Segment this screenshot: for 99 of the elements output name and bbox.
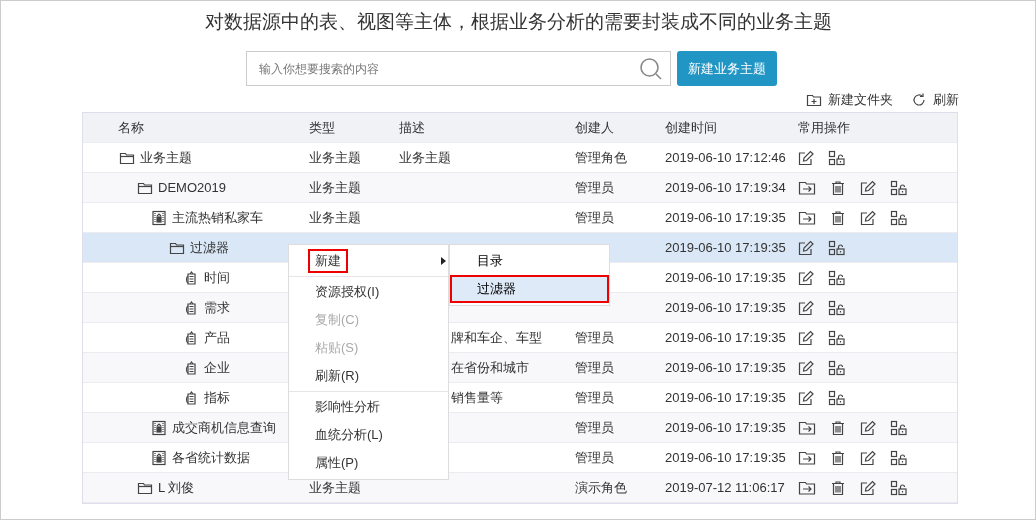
folder-arrow-icon[interactable]: [798, 449, 816, 466]
refresh-icon: [911, 92, 927, 108]
creator-text: 管理员: [575, 209, 614, 225]
created-time: 2019-06-10 17:19:35: [665, 359, 786, 375]
column-header: 类型: [309, 118, 336, 137]
database-icon: [183, 359, 199, 376]
edit-icon[interactable]: [798, 359, 814, 376]
item-name: 产品: [204, 328, 230, 347]
item-name: 成交商机信息查询: [172, 418, 276, 437]
column-header: 创建人: [575, 118, 615, 137]
menu-item[interactable]: 目录: [450, 247, 609, 275]
lock-grid-icon[interactable]: [890, 449, 908, 466]
trash-icon[interactable]: [830, 449, 846, 466]
search-icon: [638, 57, 663, 81]
creator-text: 管理员: [575, 329, 614, 345]
lock-grid-icon[interactable]: [890, 419, 908, 436]
item-name: 过滤器: [190, 238, 229, 257]
lock-grid-icon[interactable]: [828, 299, 846, 316]
creator-text: 管理角色: [575, 149, 627, 165]
database-icon: [183, 299, 199, 316]
lock-grid-icon[interactable]: [828, 269, 846, 286]
edit-icon[interactable]: [798, 269, 814, 286]
creator-text: 管理员: [575, 419, 614, 435]
table-row[interactable]: L 刘俊 业务主题 演示角色 2019-07-12 11:06:17: [83, 473, 957, 503]
description-text: 牌和车企、车型: [451, 329, 542, 345]
item-name: L 刘俊: [158, 478, 195, 497]
lock-grid-icon[interactable]: [890, 209, 908, 226]
database-icon: [183, 269, 199, 286]
edit-icon[interactable]: [798, 329, 814, 346]
folder-arrow-icon[interactable]: [798, 479, 816, 496]
created-time: 2019-06-10 17:19:35: [665, 239, 786, 255]
table-row[interactable]: DEMO2019 业务主题 管理员 2019-06-10 17:19:34: [83, 173, 957, 203]
column-header: 名称: [117, 118, 145, 137]
created-time: 2019-06-10 17:19:35: [665, 389, 786, 405]
new-folder-button[interactable]: 新建文件夹: [806, 90, 893, 110]
edit-icon[interactable]: [860, 479, 876, 496]
trash-icon[interactable]: [830, 179, 846, 196]
edit-icon[interactable]: [860, 179, 876, 196]
item-name: 各省统计数据: [172, 448, 250, 467]
trash-icon[interactable]: [830, 419, 846, 436]
creator-text: 管理员: [575, 449, 614, 465]
type-text: 业务主题: [309, 479, 361, 495]
description-text: 业务主题: [399, 149, 451, 165]
lock-grid-icon[interactable]: [890, 479, 908, 496]
creator-text: 管理员: [575, 359, 614, 375]
created-time: 2019-07-12 11:06:17: [665, 479, 785, 495]
created-time: 2019-06-10 17:19:34: [665, 179, 786, 195]
lock-grid-icon[interactable]: [828, 239, 846, 256]
creator-text: 管理员: [575, 179, 614, 195]
edit-icon[interactable]: [860, 419, 876, 436]
column-header: 常用操作: [798, 118, 851, 137]
page-heading: 对数据源中的表、视图等主体，根据业务分析的需要封装成不同的业务主题: [203, 10, 833, 34]
trash-icon[interactable]: [830, 209, 846, 226]
menu-item[interactable]: 新建: [289, 247, 448, 275]
menu-item[interactable]: 过滤器: [450, 275, 609, 303]
item-name: 企业: [204, 358, 230, 377]
column-header: 创建时间: [665, 118, 718, 137]
lock-grid-icon[interactable]: [828, 329, 846, 346]
edit-icon[interactable]: [798, 389, 814, 406]
created-time: 2019-06-10 17:12:46: [665, 149, 786, 165]
database-icon: [183, 329, 199, 346]
creator-text: 演示角色: [575, 479, 627, 495]
type-text: 业务主题: [309, 149, 361, 165]
column-header: 描述: [399, 118, 426, 137]
type-text: 业务主题: [309, 209, 361, 225]
item-name: 指标: [204, 388, 230, 407]
created-time: 2019-06-10 17:19:35: [665, 299, 786, 315]
edit-icon[interactable]: [860, 449, 876, 466]
created-time: 2019-06-10 17:19:35: [665, 419, 786, 435]
description-text: 在省份和城市: [451, 359, 529, 375]
folder-arrow-icon[interactable]: [798, 209, 816, 226]
refresh-button[interactable]: 刷新: [911, 90, 959, 110]
edit-icon[interactable]: [798, 149, 814, 166]
lock-grid-icon[interactable]: [828, 149, 846, 166]
lock-grid-icon[interactable]: [890, 179, 908, 196]
lock-grid-icon[interactable]: [828, 389, 846, 406]
created-time: 2019-06-10 17:19:35: [665, 449, 786, 465]
lock-grid-icon[interactable]: [828, 359, 846, 376]
folder-arrow-icon[interactable]: [798, 419, 816, 436]
search-field[interactable]: 输入你想要搜索的内容: [245, 51, 671, 86]
edit-icon[interactable]: [798, 239, 814, 256]
folder-plus-icon: [806, 92, 822, 108]
item-name: 主流热销私家车: [172, 208, 263, 227]
trash-icon[interactable]: [830, 479, 846, 496]
edit-icon[interactable]: [860, 209, 876, 226]
edit-icon[interactable]: [798, 299, 814, 316]
database-icon: [183, 389, 199, 406]
item-name: 时间: [204, 268, 230, 287]
folder-arrow-icon[interactable]: [798, 179, 816, 196]
created-time: 2019-06-10 17:19:35: [665, 269, 786, 285]
created-time: 2019-06-10 17:19:35: [665, 329, 786, 345]
submenu-arrow-icon: [441, 254, 446, 268]
item-name: 需求: [204, 298, 230, 317]
item-name: 业务主题: [140, 148, 192, 167]
type-text: 业务主题: [309, 179, 361, 195]
item-name: DEMO2019: [158, 178, 226, 197]
created-time: 2019-06-10 17:19:35: [665, 209, 786, 225]
description-text: 销售量等: [451, 389, 503, 405]
creator-text: 管理员: [575, 389, 614, 405]
